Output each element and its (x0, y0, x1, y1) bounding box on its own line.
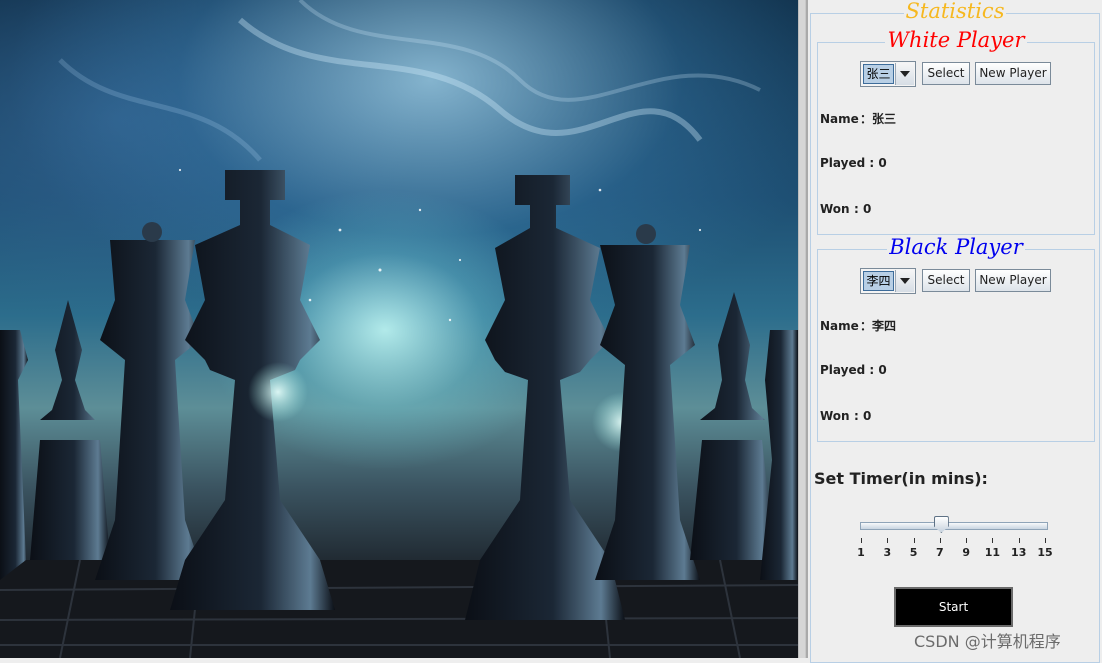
timer-tick (992, 538, 994, 543)
white-played-value: : 0 (869, 156, 887, 170)
white-won-value: : 0 (854, 202, 872, 216)
timer-tick-label: 3 (883, 546, 892, 559)
timer-tick-label: 15 (1037, 546, 1053, 559)
chevron-down-icon[interactable] (895, 270, 914, 292)
white-player-heading: White Player (885, 28, 1027, 52)
timer-tick (887, 538, 889, 543)
black-player-selected-value: 李四 (863, 271, 894, 291)
black-new-player-button[interactable]: New Player (975, 269, 1051, 292)
black-played-row: Played : 0 (820, 363, 887, 377)
black-player-heading: Black Player (887, 235, 1025, 259)
statistics-title: Statistics (903, 0, 1007, 23)
timer-slider-thumb[interactable] (933, 516, 949, 533)
timer-tick-label: 1 (857, 546, 865, 559)
timer-tick-label: 13 (1011, 546, 1027, 559)
white-player-selected-value: 张三 (863, 64, 894, 84)
black-won-label: Won (820, 409, 850, 423)
timer-tick-label: 7 (936, 546, 944, 559)
set-timer-label: Set Timer(in mins): (814, 469, 988, 488)
white-select-button[interactable]: Select (922, 62, 970, 85)
timer-tick (1018, 538, 1020, 543)
chevron-down-icon[interactable] (895, 63, 914, 85)
white-name-value: ：张三 (860, 112, 897, 126)
white-player-group: White Player 张三 Select New Player Name：张… (817, 28, 1095, 235)
black-select-button[interactable]: Select (922, 269, 970, 292)
timer-tick-label: 11 (984, 546, 1001, 559)
white-won-row: Won : 0 (820, 202, 871, 216)
black-played-value: : 0 (869, 363, 887, 377)
black-won-row: Won : 0 (820, 409, 871, 423)
timer-slider[interactable] (860, 514, 1048, 543)
timer-tick (1045, 538, 1046, 543)
black-name-label: Name (820, 319, 859, 333)
chess-pieces-illustration (0, 0, 798, 658)
black-name-value: ：李四 (860, 319, 897, 333)
start-button[interactable]: Start (894, 587, 1013, 627)
timer-slider-track[interactable] (860, 522, 1048, 530)
statistics-group: Statistics White Player 张三 Select New Pl… (810, 0, 1100, 663)
black-won-value: : 0 (854, 409, 872, 423)
statistics-panel: Statistics White Player 张三 Select New Pl… (808, 0, 1102, 663)
timer-tick (966, 538, 968, 543)
white-player-select[interactable]: 张三 (860, 61, 916, 87)
black-name-row: Name：李四 (820, 317, 896, 334)
timer-tick-label: 9 (962, 546, 970, 559)
white-name-label: Name (820, 112, 859, 126)
white-won-label: Won (820, 202, 850, 216)
black-player-group: Black Player 李四 Select New Player Name：李… (817, 235, 1095, 442)
white-name-row: Name：张三 (820, 110, 896, 127)
timer-tick (861, 538, 862, 543)
white-played-label: Played (820, 156, 866, 170)
white-played-row: Played : 0 (820, 156, 887, 170)
black-player-select[interactable]: 李四 (860, 268, 916, 294)
white-new-player-button[interactable]: New Player (975, 62, 1051, 85)
timer-tick-label: 5 (909, 546, 918, 559)
split-pane-divider[interactable] (798, 0, 806, 658)
watermark: CSDN @计算机程序 (914, 632, 1061, 651)
black-played-label: Played (820, 363, 866, 377)
chess-board-artwork (0, 0, 798, 658)
timer-tick (913, 538, 915, 543)
timer-tick (939, 538, 941, 543)
